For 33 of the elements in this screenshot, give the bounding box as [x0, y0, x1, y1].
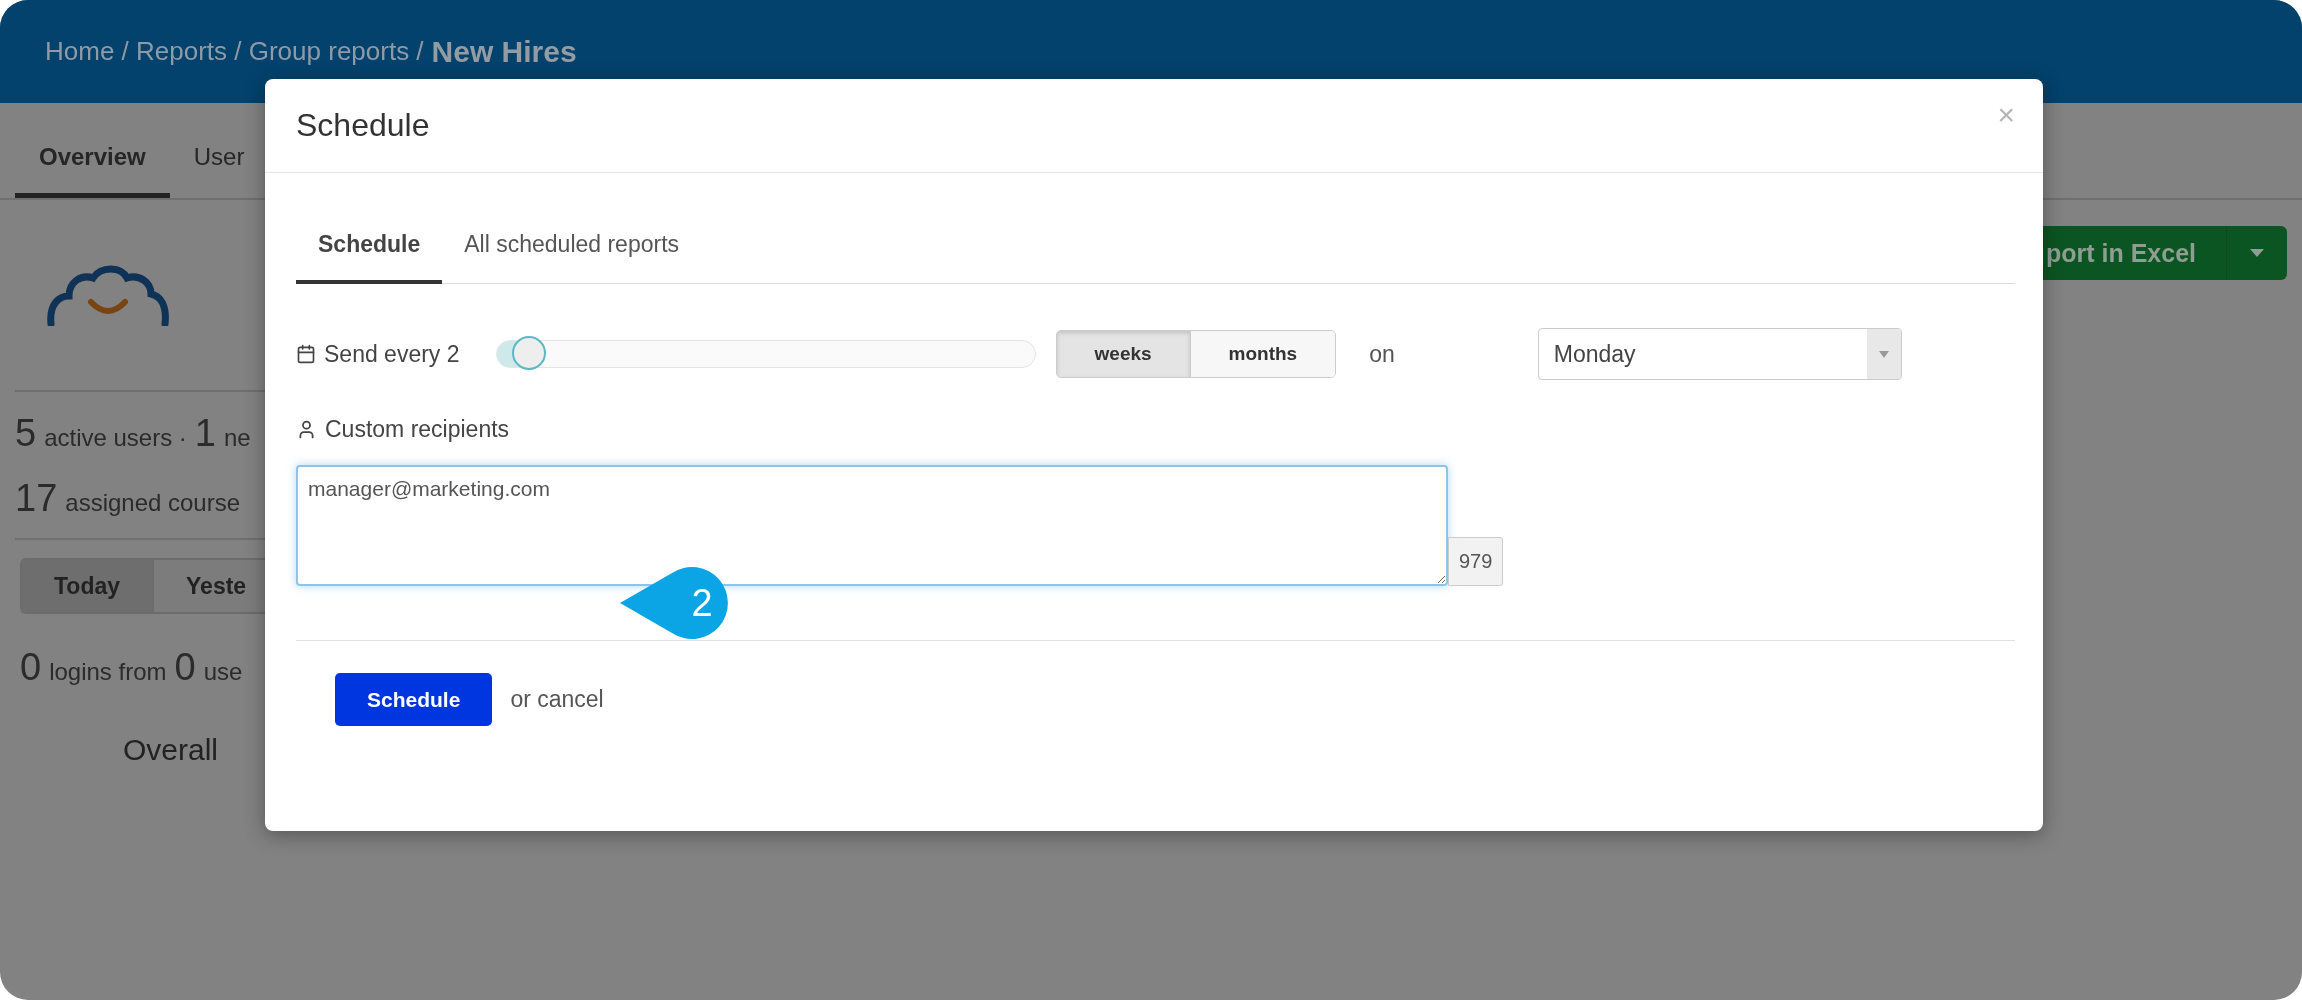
calendar-icon: [296, 344, 316, 364]
on-label: on: [1369, 340, 1395, 368]
stat-label: use: [203, 658, 243, 686]
dropdown-arrow-icon: [1878, 350, 1889, 358]
day-select[interactable]: Monday: [1537, 328, 1902, 380]
dialog-tab[interactable]: Schedule: [296, 213, 443, 284]
page-tab[interactable]: Overview: [15, 143, 170, 198]
stat-number: 17: [15, 477, 58, 520]
stat-number: 1: [194, 412, 216, 455]
unit-toggle[interactable]: months: [1189, 331, 1336, 377]
stat-number: 5: [15, 412, 37, 455]
period-tab[interactable]: Yeste: [154, 560, 265, 612]
dialog-title: Schedule: [296, 107, 430, 144]
breadcrumb-path[interactable]: Home / Reports / Group reports /: [45, 36, 424, 67]
recipients-field[interactable]: manager@marketing.com: [296, 465, 1448, 586]
stat-label: ne: [224, 424, 251, 452]
stat-number: 0: [174, 646, 196, 689]
stat-label: assigned course: [65, 489, 241, 517]
character-counter: 979: [1448, 537, 1504, 586]
recipients-label: Custom recipients: [325, 416, 510, 443]
schedule-button[interactable]: Schedule: [335, 673, 493, 726]
stat-label: active users ·: [44, 424, 187, 452]
dialog-tab[interactable]: All scheduled reports: [442, 213, 702, 284]
caret-icon: [2250, 249, 2264, 257]
slider-thumb[interactable]: [511, 336, 546, 370]
cancel-link[interactable]: or cancel: [510, 686, 604, 713]
page-tab[interactable]: User: [169, 143, 269, 198]
send-every-label: Send every 2: [324, 340, 460, 368]
unit-toggle[interactable]: weeks: [1056, 331, 1190, 377]
stat-label: logins from: [49, 658, 167, 686]
overall-heading: Overall: [123, 733, 220, 767]
breadcrumb-current: New Hires: [431, 34, 577, 69]
stat-number: 0: [20, 646, 42, 689]
